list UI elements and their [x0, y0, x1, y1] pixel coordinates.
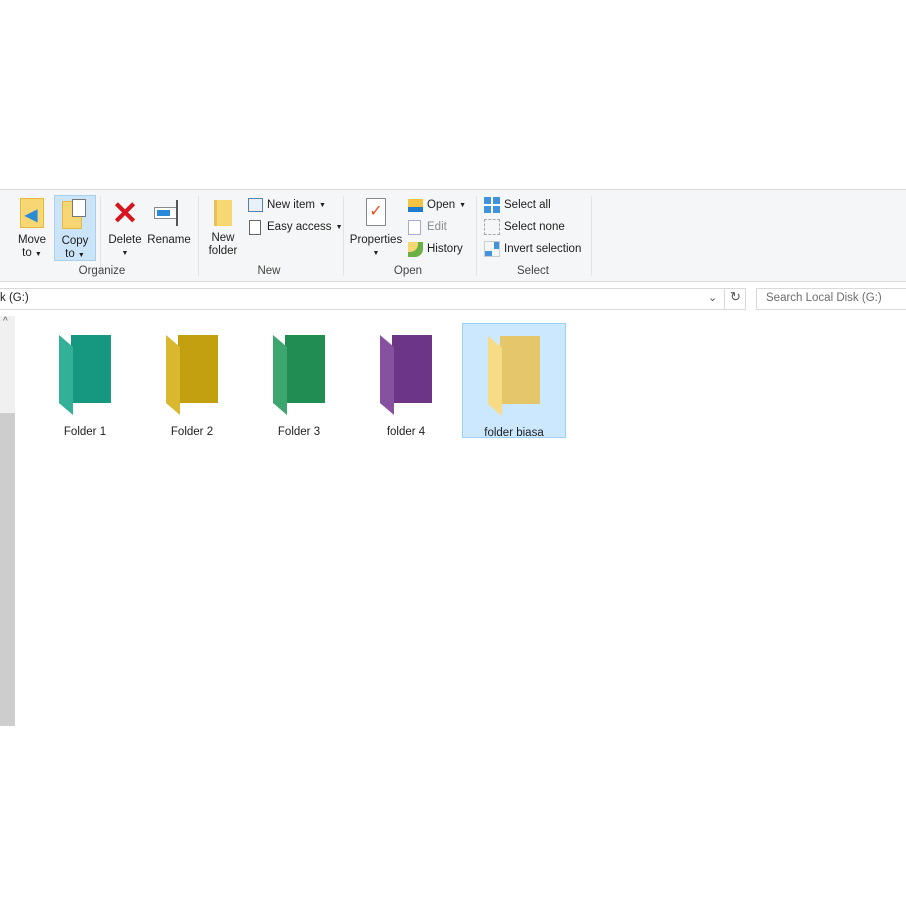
folder-item[interactable]: Folder 3	[247, 323, 351, 438]
group-new-label: New	[257, 265, 281, 277]
history-button[interactable]: History	[408, 240, 463, 258]
open-button[interactable]: Open ▼	[408, 196, 466, 214]
new-item-button[interactable]: New item ▼	[248, 196, 326, 214]
invert-selection-icon	[484, 241, 500, 257]
properties-button[interactable]: ✓ Properties ▼	[348, 198, 404, 260]
folder-icon	[273, 335, 325, 415]
address-bar[interactable]: k (G:) ⌄ ↻	[0, 288, 746, 310]
open-icon	[408, 198, 423, 212]
search-input[interactable]: Search Local Disk (G:)	[756, 288, 906, 310]
folder-icon	[59, 335, 111, 415]
delete-icon: ✕	[111, 195, 139, 231]
scrollbar-thumb[interactable]	[0, 413, 15, 726]
history-icon	[408, 241, 423, 257]
invert-selection-button[interactable]: Invert selection	[484, 240, 581, 258]
group-select-label: Select	[517, 265, 549, 277]
group-organize-label: Organize	[78, 265, 126, 277]
refresh-icon[interactable]: ↻	[724, 289, 746, 309]
select-none-icon	[484, 219, 500, 235]
address-dropdown-icon[interactable]: ⌄	[708, 291, 717, 304]
copy-to-icon	[62, 199, 88, 229]
move-to-button[interactable]: ◀ Move to ▼	[14, 198, 50, 261]
edit-icon	[408, 219, 421, 235]
rename-icon	[154, 198, 184, 228]
folder-item[interactable]: folder 4	[354, 323, 458, 438]
new-folder-button[interactable]: New folder	[204, 200, 242, 258]
new-folder-icon	[214, 200, 232, 226]
new-item-icon	[248, 198, 263, 212]
folder-item[interactable]: Folder 1	[33, 323, 137, 438]
scroll-up-icon[interactable]: ^	[3, 316, 8, 327]
easy-access-icon	[249, 219, 261, 235]
select-none-button[interactable]: Select none	[484, 218, 565, 236]
address-path: k (G:)	[0, 292, 29, 304]
folder-name: folder biasa	[484, 427, 544, 439]
rename-button[interactable]: Rename	[146, 198, 192, 247]
folder-icon	[380, 335, 432, 415]
easy-access-button[interactable]: Easy access ▼	[248, 218, 343, 236]
select-all-button[interactable]: Select all	[484, 196, 551, 214]
edit-button[interactable]: Edit	[408, 218, 447, 236]
folder-icon	[488, 336, 540, 416]
select-all-icon	[484, 197, 500, 213]
move-to-icon: ◀	[20, 198, 44, 228]
folder-name: Folder 2	[170, 426, 214, 438]
folder-name: Folder 3	[277, 426, 321, 438]
group-open-label: Open	[393, 265, 423, 277]
properties-icon: ✓	[366, 198, 386, 226]
ribbon: ◀ Move to ▼ Copy to ▼ ✕ Delete ▼ Rename …	[0, 189, 906, 282]
folder-item[interactable]: Folder 2	[140, 323, 244, 438]
delete-button[interactable]: ✕ Delete ▼	[106, 195, 144, 260]
copy-to-button[interactable]: Copy to ▼	[54, 195, 96, 261]
folder-icon	[166, 335, 218, 415]
folder-name: Folder 1	[63, 426, 107, 438]
folder-item[interactable]: folder biasa	[462, 323, 566, 439]
folder-name: folder 4	[386, 426, 426, 438]
